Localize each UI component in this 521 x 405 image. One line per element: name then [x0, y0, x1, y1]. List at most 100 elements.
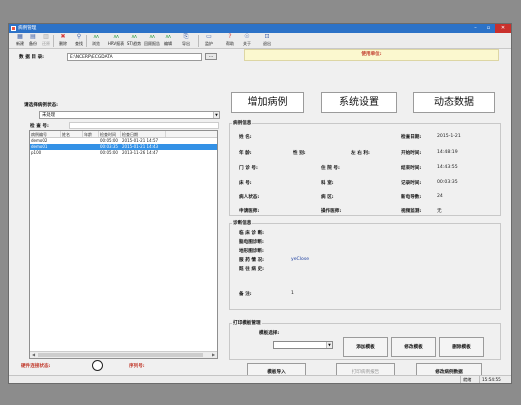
- toolbar-button-exit[interactable]: ⊡ 退出: [260, 34, 274, 48]
- toolbar-separator: [198, 35, 199, 47]
- end-time-label: 结束时间:: [401, 166, 422, 171]
- toolbar-button-ecg-edit[interactable]: ʌʌ 编辑: [161, 34, 175, 48]
- search-input[interactable]: [69, 122, 219, 129]
- serial-label: 序列号:: [129, 364, 145, 369]
- toolbar-label: 回顾报告: [144, 41, 160, 46]
- exit-icon: ⊡: [264, 33, 270, 40]
- hw-status-label: 硬件连接状态:: [21, 364, 51, 369]
- applicant-doctor-label: 申请医师:: [239, 209, 260, 214]
- medication-value: yeClose: [291, 257, 310, 262]
- bed-number-label: 床 号:: [239, 181, 252, 186]
- column-header[interactable]: 年龄: [83, 131, 99, 137]
- diagnosis-section: [229, 223, 501, 310]
- toolbar-label: 查找: [75, 41, 83, 46]
- video-monitor-value: 无: [437, 209, 442, 214]
- toolbar-button-ecg-list[interactable]: ʌʌ ST/趋势: [125, 34, 143, 48]
- case-status-select[interactable]: 未处理 ▼: [39, 111, 220, 119]
- add-template-button[interactable]: 添加模板: [343, 337, 388, 357]
- medication-label: 服 药 情 况:: [239, 258, 265, 263]
- toolbar-label: 新建: [16, 41, 24, 46]
- table-cell: 00:05:00: [100, 150, 118, 155]
- status-time: 15:54:55: [479, 376, 501, 383]
- template-select[interactable]: ▼: [273, 341, 333, 349]
- scroll-right-icon[interactable]: ▶: [210, 352, 217, 358]
- diagnosis-title: 诊断信息: [232, 220, 253, 226]
- app-icon: [11, 26, 16, 31]
- delete-template-button[interactable]: 删除模板: [439, 337, 484, 357]
- table-header: 病例编号 姓名 年龄 检查时间 检查日期: [30, 131, 217, 138]
- toolbar-label: 关于: [243, 41, 251, 46]
- data-dir-field[interactable]: E:\NCERP\ECGDATA: [67, 53, 202, 61]
- case-table: 病例编号 姓名 年龄 检查时间 检查日期 demo02 00:05:00 2015-01-2…: [29, 130, 218, 359]
- toolbar-button-restore[interactable]: ▥ 还原: [39, 34, 53, 48]
- minimize-button[interactable]: –: [469, 24, 482, 33]
- search-icon: ⚲: [76, 33, 82, 40]
- hw-status-indicator: [92, 360, 103, 371]
- monitor-icon: ▭: [206, 33, 212, 40]
- medical-history-label: 既 往 病 史:: [239, 267, 265, 272]
- hospital-number-label: 住 院 号:: [321, 166, 340, 171]
- case-info-title: 病例信息: [232, 120, 253, 126]
- maximize-button[interactable]: ▫: [482, 24, 495, 33]
- table-cell: [83, 150, 99, 156]
- close-button[interactable]: ✕: [495, 24, 511, 33]
- dynamic-data-button[interactable]: 动态数据: [413, 92, 495, 113]
- column-header[interactable]: 检查时间: [99, 131, 121, 137]
- edit-template-button[interactable]: 修改模板: [391, 337, 436, 357]
- toolbar-button-search[interactable]: ⚲ 查找: [72, 34, 86, 48]
- chevron-down-icon: ▼: [326, 342, 332, 348]
- system-settings-button[interactable]: 系统设置: [321, 92, 397, 113]
- video-monitor-label: 视频监测:: [401, 209, 422, 214]
- new-icon: ▦: [17, 33, 23, 40]
- toolbar-button-monitor[interactable]: ▭ 监护: [202, 34, 216, 48]
- toolbar-button-new[interactable]: ▦ 新建: [13, 34, 27, 48]
- end-time-value: 14:43:55: [437, 165, 458, 170]
- department-label: 科 室:: [321, 181, 334, 186]
- case-status-value: 未处理: [42, 113, 56, 118]
- toolbar-separator: [53, 35, 54, 47]
- table-cell: 2013-11-26 14:47: [122, 150, 159, 155]
- ecg-list-icon: ʌʌ: [131, 34, 137, 40]
- toolbar-label: ST/趋势: [126, 41, 142, 46]
- scroll-left-icon[interactable]: ◀: [30, 352, 37, 358]
- column-header[interactable]: 检查日期: [121, 131, 166, 137]
- column-header[interactable]: 姓名: [61, 131, 83, 137]
- template-select-label: 模板选择:: [259, 331, 280, 336]
- lead-count-value: 24: [437, 194, 443, 199]
- toolbar-button-delete[interactable]: ✖ 删除: [56, 34, 70, 48]
- delete-icon: ✖: [60, 33, 66, 40]
- ecg-report-icon: ʌʌ: [113, 34, 119, 40]
- toolbar-label: 删除: [59, 41, 67, 46]
- ward-label: 病 区:: [321, 195, 334, 200]
- toolbar-button-about[interactable]: ☉ 关于: [240, 34, 254, 48]
- restore-icon: ▥: [43, 33, 49, 40]
- toolbar-label: 浏览: [92, 41, 100, 46]
- window-title: 病例管理: [18, 26, 37, 31]
- browse-button[interactable]: ...: [205, 53, 217, 60]
- unit-label: 使用单位:: [361, 52, 382, 57]
- toolbar-button-help[interactable]: ? 帮助: [223, 34, 237, 48]
- record-time-value: 00:03:35: [437, 180, 458, 185]
- ecg-icon: ʌʌ: [93, 34, 99, 40]
- sex-label: 性 别:: [293, 151, 306, 156]
- toolbar-label: 退出: [263, 41, 271, 46]
- table-row[interactable]: p100 00:05:00 2013-11-26 14:47: [30, 150, 217, 156]
- name-label: 姓 名:: [239, 135, 252, 140]
- toolbar-button-export[interactable]: ⎘ 导出: [179, 34, 193, 48]
- scroll-thumb[interactable]: [38, 353, 203, 357]
- remark-label: 备 注:: [239, 292, 252, 297]
- toolbar-button-ecg-review[interactable]: ʌʌ 回顾报告: [143, 34, 161, 48]
- toolbar-label: HRV报表: [107, 41, 125, 46]
- start-time-label: 开始时间:: [401, 151, 422, 156]
- case-status-label: 请选择病例状态:: [24, 103, 58, 108]
- backup-icon: ▤: [30, 33, 36, 40]
- toolbar-button-ecg[interactable]: ʌʌ 浏览: [89, 34, 103, 48]
- search-label: 检 查 号:: [30, 124, 49, 129]
- column-header[interactable]: 病例编号: [30, 131, 61, 137]
- add-case-button[interactable]: 增加病例: [231, 92, 304, 113]
- toolbar-button-ecg-report[interactable]: ʌʌ HRV报表: [107, 34, 125, 48]
- table-cell: [61, 150, 83, 156]
- horizontal-scrollbar[interactable]: ◀ ▶: [30, 351, 217, 358]
- toolbar-label: 导出: [182, 41, 190, 46]
- toolbar-button-backup[interactable]: ▤ 备份: [26, 34, 40, 48]
